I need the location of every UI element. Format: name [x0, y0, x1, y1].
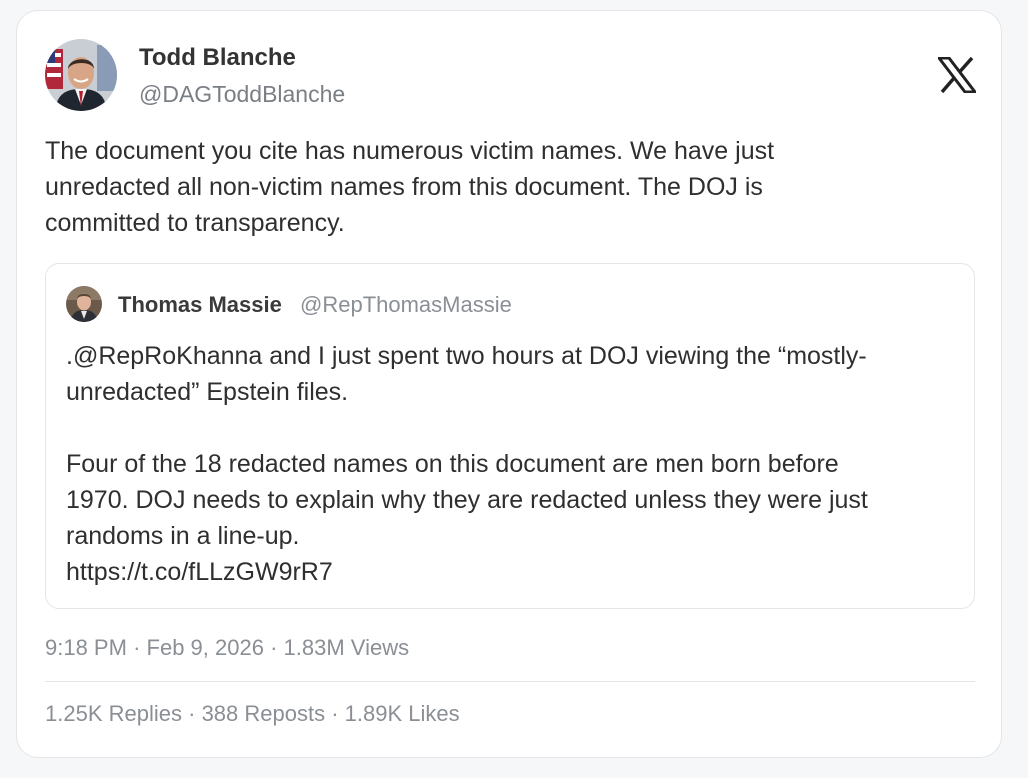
quoted-author-name[interactable]: Thomas Massie	[118, 292, 282, 318]
quoted-text-line: unredacted” Epstein files.	[66, 378, 349, 406]
replies-count[interactable]: 1.25K Replies	[45, 701, 182, 726]
tweet-text-line: committed to transparency.	[45, 209, 345, 237]
quoted-avatar-image	[66, 286, 102, 322]
tweet-meta: 9:18 PM · Feb 9, 2026 · 1.83M Views	[45, 635, 409, 661]
likes-count[interactable]: 1.89K Likes	[345, 701, 460, 726]
author-avatar-image	[45, 39, 117, 111]
quoted-tweet-link[interactable]: https://t.co/fLLzGW9rR7	[66, 558, 333, 586]
reposts-count[interactable]: 388 Reposts	[202, 701, 326, 726]
x-logo-icon[interactable]	[935, 56, 979, 94]
tweet-body: The document you cite has numerous victi…	[45, 133, 945, 241]
quoted-author-avatar[interactable]	[66, 286, 102, 322]
quoted-author-handle[interactable]: @RepThomasMassie	[300, 292, 512, 318]
x-logo-glyph	[935, 56, 979, 94]
tweet-time[interactable]: 9:18 PM	[45, 635, 127, 660]
tweet-text-line: The document you cite has numerous victi…	[45, 137, 775, 165]
quoted-link-line: https://t.co/fLLzGW9rR7	[66, 554, 966, 590]
tweet-stats: 1.25K Replies · 388 Reposts · 1.89K Like…	[45, 701, 460, 727]
tweet-card: Todd Blanche @DAGToddBlanche The documen…	[16, 10, 1002, 758]
meta-separator: ·	[270, 635, 278, 660]
quoted-tweet-body: .@RepRoKhanna and I just spent two hours…	[66, 338, 966, 590]
tweet-date[interactable]: Feb 9, 2026	[147, 635, 264, 660]
quoted-text-line: randoms in a line-up.	[66, 522, 300, 550]
stats-separator: ·	[188, 701, 196, 726]
author-name[interactable]: Todd Blanche	[139, 44, 296, 72]
quoted-text-line: 1970. DOJ needs to explain why they are …	[66, 486, 868, 514]
author-avatar[interactable]	[45, 39, 117, 111]
meta-separator: ·	[133, 635, 141, 660]
quoted-text-line: .@RepRoKhanna and I just spent two hours…	[66, 342, 867, 370]
stats-separator: ·	[331, 701, 339, 726]
author-handle[interactable]: @DAGToddBlanche	[139, 81, 345, 108]
quoted-text-line: Four of the 18 redacted names on this do…	[66, 450, 839, 478]
quoted-tweet[interactable]: Thomas Massie @RepThomasMassie .@RepRoKh…	[45, 263, 975, 609]
tweet-text-line: unredacted all non-victim names from thi…	[45, 173, 763, 201]
divider	[45, 681, 975, 682]
tweet-views: 1.83M Views	[283, 635, 410, 660]
